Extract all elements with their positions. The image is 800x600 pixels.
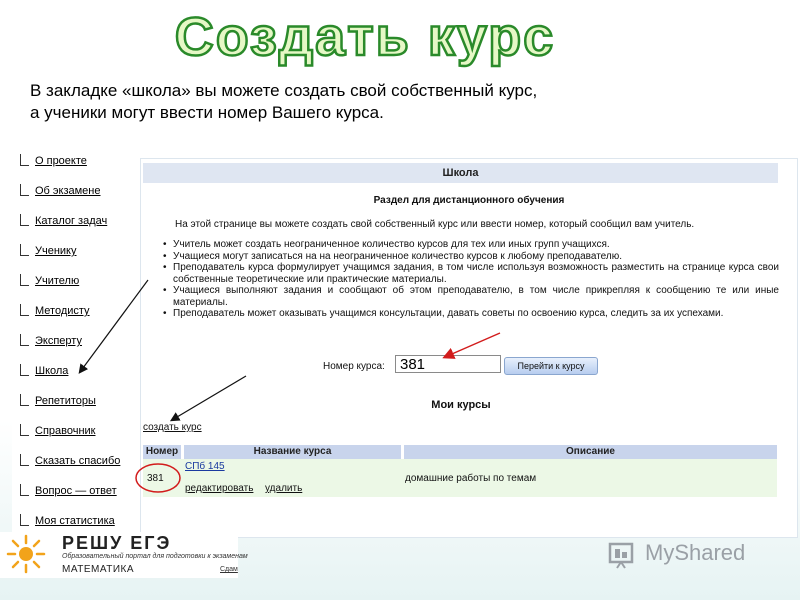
- menu-item-methodist[interactable]: Методисту: [20, 304, 90, 320]
- rule-item: Преподаватель может оказывать учащимся к…: [163, 308, 779, 320]
- checkbox-icon: [20, 394, 29, 406]
- intro-text: На этой странице вы можете создать свой …: [175, 219, 695, 230]
- column-header-description: Описание: [404, 445, 777, 459]
- menu-item-about[interactable]: О проекте: [20, 154, 87, 170]
- menu-item-label: Учителю: [35, 275, 80, 287]
- logo-link[interactable]: Сдам: [220, 566, 238, 573]
- slide-title: Создать курс: [174, 6, 555, 69]
- course-number-cell: 381: [147, 473, 164, 484]
- slide-title-text: Создать курс: [175, 7, 555, 67]
- checkbox-icon: [20, 484, 29, 496]
- menu-item-student[interactable]: Ученику: [20, 244, 77, 260]
- menu-item-exam[interactable]: Об экзамене: [20, 184, 101, 200]
- create-course-link[interactable]: создать курс: [143, 422, 202, 433]
- menu-item-label: Методисту: [35, 305, 90, 317]
- course-number-label: Номер курса:: [323, 361, 385, 372]
- delete-course-link[interactable]: удалить: [265, 483, 302, 494]
- my-courses-title: Мои курсы: [431, 399, 491, 411]
- rule-item: Учащиеся выполняют задания и сообщают об…: [163, 285, 779, 308]
- menu-item-tutors[interactable]: Репетиторы: [20, 394, 96, 410]
- rule-item: Учащиеся могут записаться на на неограни…: [163, 251, 779, 263]
- checkbox-icon: [20, 304, 29, 316]
- checkbox-icon: [20, 214, 29, 226]
- section-title: Раздел для дистанционного обучения: [373, 195, 565, 206]
- checkbox-icon: [20, 274, 29, 286]
- menu-item-label: Каталог задач: [35, 215, 108, 227]
- menu-item-label: Справочник: [35, 425, 96, 437]
- logo-tagline: Образовательный портал для подготовки к …: [62, 553, 248, 560]
- menu-item-statistics[interactable]: Моя статистика: [20, 514, 115, 530]
- subtitle-line: В закладке «школа» вы можете создать сво…: [30, 81, 538, 100]
- menu-item-teacher[interactable]: Учителю: [20, 274, 79, 290]
- course-number-input[interactable]: 381: [395, 355, 501, 373]
- menu-item-label: Об экзамене: [35, 185, 101, 197]
- menu-item-label: Сказать спасибо: [35, 455, 121, 467]
- projector-icon: [608, 542, 634, 569]
- menu-item-label: Эксперту: [35, 335, 82, 347]
- checkbox-icon: [20, 514, 29, 526]
- checkbox-icon: [20, 334, 29, 346]
- checkbox-icon: [20, 154, 29, 166]
- rules-list: Учитель может создать неограниченное кол…: [163, 239, 779, 320]
- watermark-text: MyShared: [645, 540, 746, 565]
- menu-item-thanks[interactable]: Сказать спасибо: [20, 454, 120, 470]
- school-panel: Школа Раздел для дистанционного обучения…: [140, 158, 798, 538]
- logo-subject: МАТЕМАТИКА: [62, 564, 135, 575]
- menu-item-label: Школа: [35, 365, 69, 377]
- logo-name: РЕШУ ЕГЭ: [62, 533, 172, 553]
- checkbox-icon: [20, 184, 29, 196]
- menu-item-label: Моя статистика: [35, 515, 115, 527]
- menu-item-label: Вопрос — ответ: [35, 485, 117, 497]
- menu-item-reference[interactable]: Справочник: [20, 424, 96, 440]
- sun-logo-icon: [6, 534, 46, 574]
- myshared-watermark: MyShared: [607, 538, 767, 572]
- checkbox-icon: [20, 364, 29, 376]
- column-header-name: Название курса: [184, 445, 401, 459]
- course-description-cell: домашние работы по темам: [405, 473, 537, 484]
- checkbox-icon: [20, 424, 29, 436]
- panel-header: Школа: [143, 163, 778, 183]
- menu-item-school[interactable]: Школа: [20, 364, 68, 380]
- subtitle-line: а ученики могут ввести номер Вашего курс…: [30, 103, 384, 122]
- menu-item-catalog[interactable]: Каталог задач: [20, 214, 107, 230]
- slide-subtitle: В закладке «школа» вы можете создать сво…: [30, 80, 650, 124]
- go-to-course-button[interactable]: Перейти к курсу: [504, 357, 598, 375]
- course-name-link[interactable]: СПб 145: [185, 461, 225, 472]
- edit-course-link[interactable]: редактировать: [185, 483, 253, 494]
- sidebar-menu: О проекте Об экзамене Каталог задач Учен…: [12, 140, 140, 540]
- table-row: 381 СПб 145 редактировать удалить домашн…: [143, 459, 777, 497]
- rule-item: Преподаватель курса формулирует учащимся…: [163, 262, 779, 285]
- menu-item-faq[interactable]: Вопрос — ответ: [20, 484, 117, 500]
- menu-item-label: О проекте: [35, 155, 87, 167]
- checkbox-icon: [20, 244, 29, 256]
- menu-item-expert[interactable]: Эксперту: [20, 334, 82, 350]
- reshu-ege-logo: РЕШУ ЕГЭ Образовательный портал для подг…: [0, 532, 248, 578]
- column-header-number: Номер: [143, 445, 181, 459]
- menu-item-label: Репетиторы: [35, 395, 96, 407]
- menu-item-label: Ученику: [35, 245, 77, 257]
- checkbox-icon: [20, 454, 29, 466]
- rule-item: Учитель может создать неограниченное кол…: [163, 239, 779, 251]
